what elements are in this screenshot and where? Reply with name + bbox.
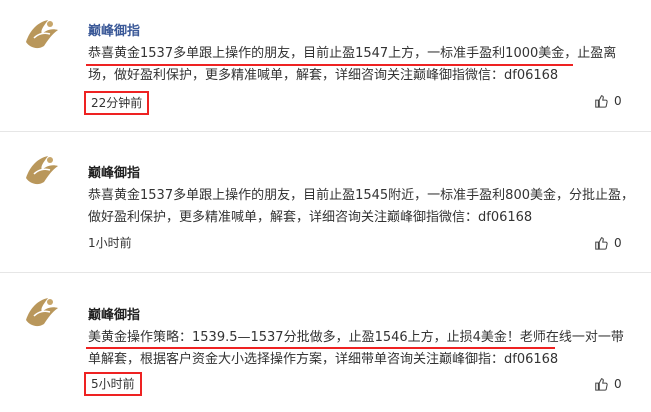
- like-button[interactable]: 0: [594, 94, 622, 108]
- avatar[interactable]: [20, 290, 64, 334]
- avatar[interactable]: [20, 12, 64, 56]
- like-count: 0: [614, 94, 622, 108]
- divider: [0, 131, 651, 132]
- thumbs-up-icon: [595, 95, 608, 108]
- highlight-underline: [86, 347, 555, 349]
- comment-text: 美黄金操作策略：1539.5—1537分批做多，止盈1546上方，止损4美金！老…: [88, 330, 624, 367]
- author-name[interactable]: 巅峰御指: [88, 162, 140, 181]
- divider: [0, 272, 651, 273]
- timestamp: 1小时前: [88, 236, 132, 250]
- like-button[interactable]: 0: [594, 377, 622, 391]
- timestamp: 22分钟前: [84, 91, 150, 115]
- like-button[interactable]: 0: [594, 236, 622, 250]
- author-name[interactable]: 巅峰御指: [88, 20, 140, 39]
- comment-text: 恭喜黄金1537多单跟上操作的朋友，目前止盈1545附近，一标准手盈利800美金…: [88, 188, 634, 225]
- avatar[interactable]: [20, 148, 64, 192]
- thumbs-up-icon: [595, 237, 608, 250]
- author-name[interactable]: 巅峰御指: [88, 304, 140, 323]
- highlight-underline: [86, 64, 573, 66]
- like-count: 0: [614, 236, 622, 250]
- thumbs-up-icon: [595, 378, 608, 391]
- like-count: 0: [614, 377, 622, 391]
- timestamp: 5小时前: [84, 372, 142, 396]
